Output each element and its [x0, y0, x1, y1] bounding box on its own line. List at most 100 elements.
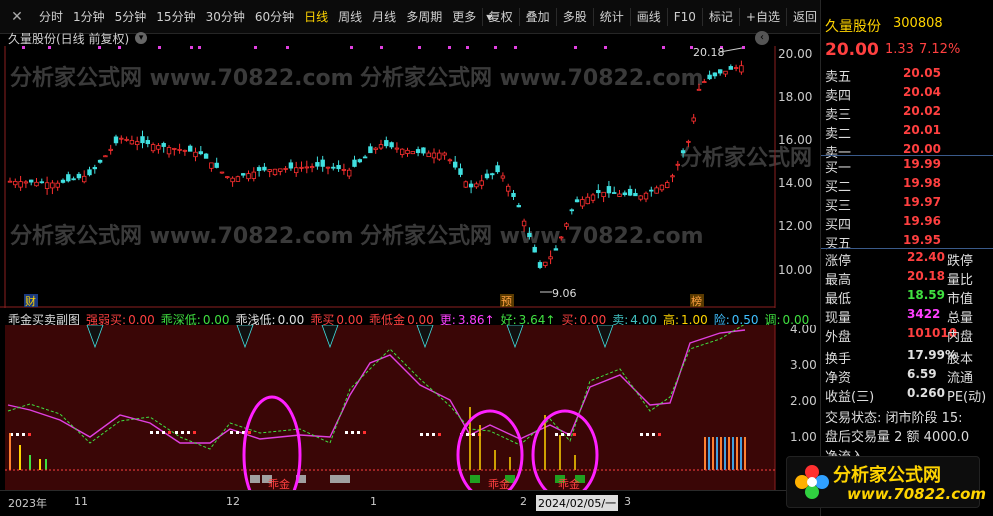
candle-body — [564, 223, 569, 227]
tab-5min[interactable]: 5分钟 — [110, 8, 152, 26]
tab-fenshi[interactable]: 分时 — [34, 8, 68, 26]
candle-body — [336, 165, 341, 170]
stats-button[interactable]: 统计 — [592, 8, 630, 26]
tab-more[interactable]: 更多 — [447, 8, 481, 26]
candle-body — [240, 173, 246, 176]
candle-body — [140, 136, 145, 144]
signal-dot — [574, 46, 577, 49]
ask-row[interactable]: 卖二 20.01 — [821, 123, 993, 142]
f10-button[interactable]: F10 — [666, 8, 702, 26]
candle-body — [161, 143, 166, 147]
candle-body — [712, 72, 718, 77]
price-tick: 16.00 — [778, 133, 812, 147]
candle-body — [87, 169, 92, 176]
bid-row[interactable]: 买五 19.95 — [821, 233, 993, 252]
close-icon[interactable]: ✕ — [8, 8, 26, 26]
event-marker-rank-label: 榜 — [691, 294, 702, 308]
tab-60min[interactable]: 60分钟 — [250, 8, 299, 26]
candle-body — [426, 152, 431, 158]
indicator-name[interactable]: 乖金买卖副图 — [8, 311, 80, 327]
indicator-svg: 4.00 3.00 2.00 1.00 乖金 乖金 乖金 — [5, 322, 817, 515]
stat-label: 净资 — [825, 371, 852, 386]
draw-line-button[interactable]: 画线 — [629, 8, 667, 26]
bid-row[interactable]: 买三 19.97 — [821, 195, 993, 214]
add-watchlist-button[interactable]: +自选 — [738, 8, 786, 26]
tab-daily[interactable]: 日线 — [299, 8, 333, 26]
price-tick: 20.00 — [778, 47, 812, 61]
indicator-chart[interactable]: 4.00 3.00 2.00 1.00 乖金 乖金 乖金 — [0, 322, 820, 515]
ask-row[interactable]: 卖五 20.05 — [821, 66, 993, 85]
settings-circle-icon[interactable]: ‹ — [755, 31, 769, 45]
candlestick-chart[interactable]: 20.00 18.00 16.00 14.00 12.00 10.00 20.1… — [0, 46, 820, 308]
stat-label-2: 量比 — [947, 273, 974, 288]
stat-row: 最高 20.18 量比 — [821, 269, 993, 288]
tab-15min[interactable]: 15分钟 — [151, 8, 200, 26]
marker-square — [466, 433, 469, 436]
tab-weekly[interactable]: 周线 — [333, 8, 367, 26]
candle-body — [309, 166, 315, 169]
marker-square — [28, 433, 31, 436]
bid-row[interactable]: 买二 19.98 — [821, 176, 993, 195]
marker-square — [363, 431, 366, 434]
mark-button[interactable]: 标记 — [701, 8, 739, 26]
candle-body — [511, 193, 516, 197]
bid-price: 19.99 — [903, 157, 941, 171]
bid-price: 19.97 — [903, 195, 941, 209]
marker-square — [561, 433, 564, 436]
indicator-field: 乖深低: 0.00 — [161, 311, 230, 327]
stat-value: 18.59 — [907, 288, 945, 302]
candle-body — [60, 179, 66, 183]
candle-body — [28, 179, 34, 183]
marker-square — [438, 433, 441, 436]
stat-row: 换手 17.99% 股本 — [821, 348, 993, 367]
candle-body — [458, 168, 463, 175]
time-tick: 11 — [74, 495, 88, 508]
signal-dot — [418, 46, 421, 49]
candle-body — [18, 181, 23, 188]
candle-body — [113, 136, 119, 144]
candle-body — [214, 162, 219, 168]
candle-body — [331, 166, 336, 169]
marker-square — [426, 433, 429, 436]
candle-body — [590, 194, 596, 201]
signal-dot — [158, 46, 161, 49]
candle-body — [405, 149, 410, 154]
bid-price: 19.96 — [903, 214, 941, 228]
ind-tick: 3.00 — [790, 358, 817, 372]
indicator-field: 乖买 0.00 — [310, 311, 363, 327]
chevron-down-icon[interactable]: ▾ — [135, 32, 148, 44]
ask-row[interactable]: 卖四 20.04 — [821, 85, 993, 104]
indicator-fields: 强弱买: 0.00 乖深低: 0.00 乖浅低: 0.00 乖买 0.00 乖低金 0.00 更: 3… — [86, 311, 809, 327]
stat-label: 最高 — [825, 273, 852, 288]
time-tick: 3 — [624, 495, 631, 508]
multi-stock-button[interactable]: 多股 — [555, 8, 593, 26]
candle-body — [82, 175, 87, 183]
tab-30min[interactable]: 30分钟 — [201, 8, 250, 26]
bid-row[interactable]: 买四 19.96 — [821, 214, 993, 233]
candle-body — [500, 175, 506, 179]
quote-panel: 久量股份 300808 20.00 1.33 7.12% 卖五 20.05 卖四 20… — [820, 0, 993, 516]
price-change-pct: 7.12% — [919, 42, 961, 57]
indicator-header: 乖金买卖副图 强弱买: 0.00 乖深低: 0.00 乖浅低: 0.00 乖买 0.00 乖低金… — [8, 311, 809, 327]
ask-price: 20.02 — [903, 104, 941, 118]
tab-multi-period[interactable]: 多周期 — [401, 8, 447, 26]
adjust-button[interactable]: 复权 — [481, 8, 519, 26]
candle-body — [182, 149, 188, 152]
tab-monthly[interactable]: 月线 — [367, 8, 401, 26]
candle-body — [103, 155, 108, 158]
chart-title[interactable]: 久量股份(日线 前复权) — [8, 30, 129, 47]
candle-body — [739, 65, 744, 73]
candle-body — [357, 159, 362, 163]
back-button[interactable]: 返回 — [785, 8, 823, 26]
ind-tick: 1.00 — [790, 430, 817, 444]
marker-square — [345, 431, 348, 434]
candle-body — [680, 150, 686, 154]
ask-row[interactable]: 卖三 20.02 — [821, 104, 993, 123]
candle-body — [325, 166, 331, 169]
candle-body — [532, 246, 537, 253]
tab-1min[interactable]: 1分钟 — [68, 8, 110, 26]
candle-body — [246, 173, 251, 180]
candle-body — [643, 192, 649, 200]
bid-row[interactable]: 买一 19.99 — [821, 157, 993, 176]
overlay-button[interactable]: 叠加 — [518, 8, 556, 26]
